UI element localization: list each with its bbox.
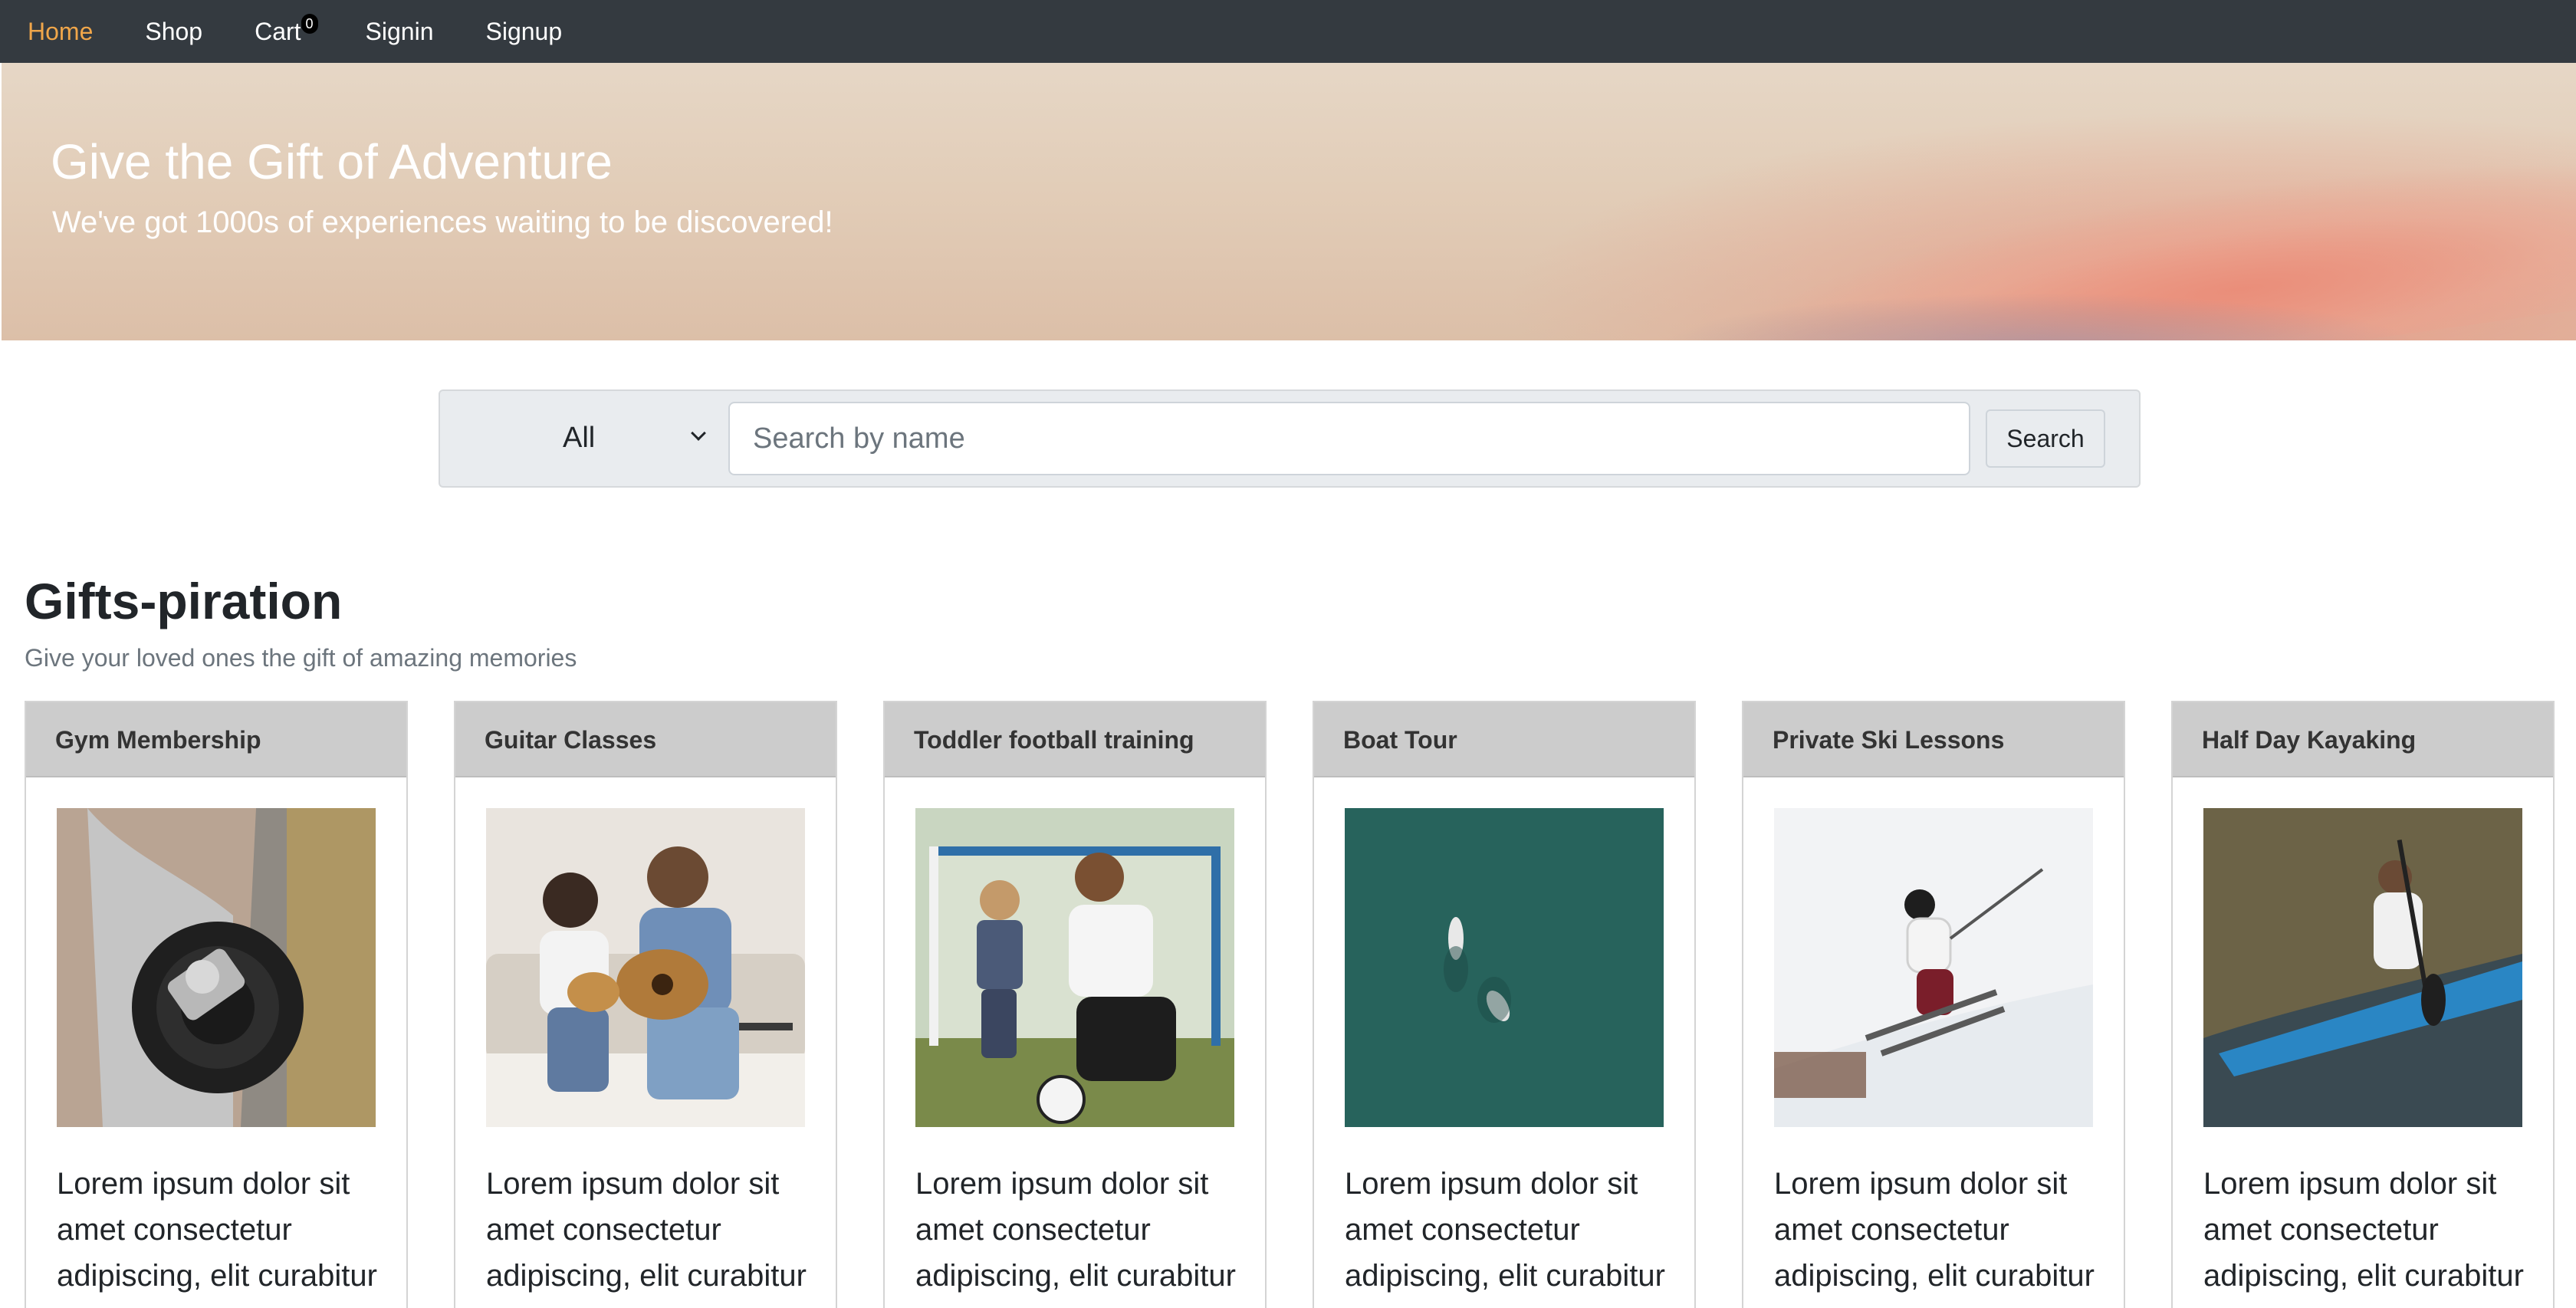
gift-card-toddler-football[interactable]: Toddler football training Lorem ipsum do…: [883, 701, 1267, 1308]
search-input[interactable]: [728, 402, 1970, 475]
hero-banner: Give the Gift of Adventure We've got 100…: [2, 63, 2576, 340]
top-navbar: Home Shop Cart 0 Signin Signup: [0, 0, 2576, 63]
category-select-value: All: [563, 422, 596, 454]
card-description: Lorem ipsum dolor sit amet consectetur a…: [2203, 1167, 2524, 1293]
cart-count-badge: 0: [301, 14, 318, 34]
gift-card-guitar-classes[interactable]: Guitar Classes Lorem ipsum dolor sit ame…: [454, 701, 837, 1308]
search-bar: All Search: [439, 389, 2141, 488]
guitar-lesson-photo: [486, 808, 805, 1127]
card-title: Private Ski Lessons: [1743, 702, 2124, 777]
card-title: Guitar Classes: [455, 702, 836, 777]
card-description: Lorem ipsum dolor sit amet consectetur a…: [57, 1167, 377, 1293]
dumbbell-photo: [57, 808, 376, 1127]
card-description: Lorem ipsum dolor sit amet consectetur a…: [915, 1167, 1236, 1293]
search-button[interactable]: Search: [1986, 409, 2105, 468]
football-highfive-photo: [915, 808, 1234, 1127]
nav-cart-link[interactable]: Cart 0: [255, 0, 318, 63]
category-select[interactable]: All: [440, 391, 728, 486]
card-description: Lorem ipsum dolor sit amet consectetur a…: [486, 1167, 807, 1293]
skier-photo: [1774, 808, 2093, 1127]
card-description: Lorem ipsum dolor sit amet consectetur a…: [1345, 1167, 1665, 1293]
nav-signin-link[interactable]: Signin: [366, 0, 434, 63]
chevron-down-icon: [691, 426, 706, 441]
gift-card-half-day-kayaking[interactable]: Half Day Kayaking Lorem ipsum dolor sit …: [2171, 701, 2555, 1308]
card-title: Toddler football training: [885, 702, 1265, 777]
nav-cart-label: Cart: [255, 18, 301, 45]
kayaker-photo: [2203, 808, 2522, 1127]
nav-shop-link[interactable]: Shop: [145, 0, 202, 63]
hero-title: Give the Gift of Adventure: [51, 134, 613, 189]
hero-subtitle: We've got 1000s of experiences waiting t…: [52, 205, 833, 239]
section-title: Gifts-piration: [25, 573, 343, 629]
nav-home-link[interactable]: Home: [28, 0, 93, 63]
card-title: Gym Membership: [26, 702, 406, 777]
gift-card-grid: Gym Membership Lorem ipsum dolor sit ame…: [25, 701, 2555, 1308]
card-title: Boat Tour: [1314, 702, 1694, 777]
nav-signup-link[interactable]: Signup: [486, 0, 563, 63]
card-title: Half Day Kayaking: [2173, 702, 2553, 777]
section-subtitle: Give your loved ones the gift of amazing…: [25, 644, 577, 672]
purple-cloud-decoration: [1656, 293, 2423, 340]
gift-card-private-ski-lessons[interactable]: Private Ski Lessons Lorem ipsum dolor si…: [1742, 701, 2125, 1308]
gift-card-gym-membership[interactable]: Gym Membership Lorem ipsum dolor sit ame…: [25, 701, 408, 1308]
card-description: Lorem ipsum dolor sit amet consectetur a…: [1774, 1167, 2095, 1293]
gift-card-boat-tour[interactable]: Boat Tour Lorem ipsum dolor sit amet con…: [1313, 701, 1696, 1308]
aerial-boats-photo: [1345, 808, 1664, 1127]
